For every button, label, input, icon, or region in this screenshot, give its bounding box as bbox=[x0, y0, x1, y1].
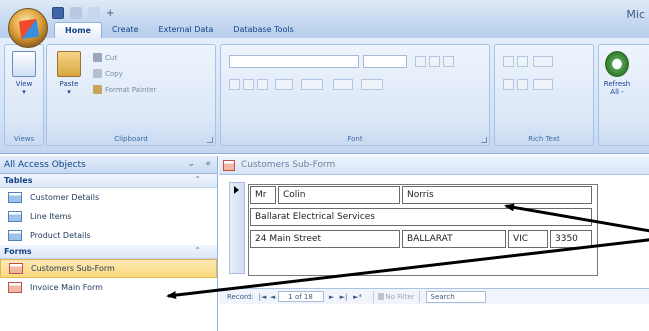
form-icon bbox=[223, 159, 235, 171]
decrease-indent-button[interactable] bbox=[503, 56, 514, 67]
rich-text-group-label: Rich Text bbox=[528, 135, 560, 143]
tab-home[interactable]: Home bbox=[54, 22, 102, 39]
paste-icon bbox=[57, 51, 81, 77]
align-center-button[interactable] bbox=[429, 56, 440, 67]
street-field[interactable]: 24 Main Street bbox=[250, 230, 400, 248]
text-direction-button[interactable] bbox=[533, 56, 553, 67]
nav-item-line-items[interactable]: Line Items bbox=[0, 207, 217, 226]
ribbon-tabs: Home Create External Data Database Tools bbox=[54, 22, 304, 39]
last-record-button[interactable]: ►| bbox=[337, 293, 351, 301]
filter-icon bbox=[377, 293, 384, 300]
city-field[interactable]: BALLARAT bbox=[402, 230, 506, 248]
collapse-chevron-icon: ⌃ bbox=[194, 175, 201, 184]
first-record-button[interactable]: |◄ bbox=[258, 293, 268, 301]
office-button[interactable] bbox=[8, 8, 48, 48]
clipboard-launcher-icon[interactable] bbox=[207, 137, 213, 143]
office-logo-icon bbox=[18, 18, 40, 40]
view-button[interactable]: View ▾ bbox=[8, 51, 40, 96]
cut-icon bbox=[93, 53, 102, 62]
quick-access-toolbar: + bbox=[52, 7, 114, 19]
form-icon bbox=[9, 263, 23, 274]
font-size-combo[interactable] bbox=[363, 55, 407, 68]
views-group: View ▾ Views bbox=[4, 44, 44, 146]
font-group-label: Font bbox=[347, 135, 363, 143]
paste-button[interactable]: Paste ▾ bbox=[53, 51, 85, 96]
record-navigator: Record: |◄ ◄ 1 of 18 ► ►| ►* No Filter S… bbox=[219, 288, 649, 304]
numbering-button[interactable] bbox=[503, 79, 514, 90]
tab-external-data[interactable]: External Data bbox=[149, 22, 224, 39]
nav-item-product-details[interactable]: Product Details bbox=[0, 226, 217, 245]
nav-item-customer-details[interactable]: Customer Details bbox=[0, 188, 217, 207]
nav-group-tables[interactable]: Tables ⌃ bbox=[0, 174, 217, 188]
copy-icon bbox=[93, 69, 102, 78]
nav-menu-chevron-icon[interactable]: ⌄ bbox=[187, 159, 195, 169]
records-group: Refresh All - bbox=[598, 44, 649, 146]
tab-database-tools[interactable]: Database Tools bbox=[223, 22, 303, 39]
collapse-chevron-icon: ⌃ bbox=[194, 246, 201, 255]
font-launcher-icon[interactable] bbox=[481, 137, 487, 143]
document-tab[interactable]: Customers Sub-Form bbox=[219, 156, 649, 175]
form-icon bbox=[8, 282, 22, 293]
gridlines-button[interactable] bbox=[333, 79, 353, 90]
rich-text-group: Rich Text bbox=[494, 44, 594, 146]
tab-create[interactable]: Create bbox=[102, 22, 149, 39]
nav-item-customers-sub-form[interactable]: Customers Sub-Form bbox=[0, 259, 217, 278]
clipboard-group: Paste ▾ Cut Copy Format Painter Clipboard bbox=[46, 44, 216, 146]
bullets-button[interactable] bbox=[517, 79, 528, 90]
redo-icon[interactable] bbox=[88, 7, 100, 19]
cut-button[interactable]: Cut bbox=[93, 53, 117, 62]
copy-button[interactable]: Copy bbox=[93, 69, 123, 78]
format-painter-button[interactable]: Format Painter bbox=[93, 85, 156, 94]
nav-pane-header[interactable]: All Access Objects ⌄ « bbox=[0, 156, 217, 174]
surname-field[interactable]: Norris bbox=[402, 186, 592, 204]
customize-icon[interactable]: + bbox=[106, 8, 114, 19]
ribbon: View ▾ Views Paste ▾ Cut Copy Format Paint… bbox=[0, 38, 649, 154]
record-selector[interactable] bbox=[229, 182, 245, 274]
search-input[interactable]: Search bbox=[425, 290, 486, 303]
table-icon bbox=[8, 211, 22, 222]
postcode-field[interactable]: 3350 bbox=[550, 230, 592, 248]
alternate-fill-button[interactable] bbox=[361, 79, 383, 90]
font-name-combo[interactable] bbox=[229, 55, 359, 68]
format-painter-icon bbox=[93, 85, 102, 94]
previous-record-button[interactable]: ◄ bbox=[268, 293, 278, 301]
next-record-button[interactable]: ► bbox=[327, 293, 337, 301]
view-icon bbox=[12, 51, 36, 77]
views-group-label: Views bbox=[13, 135, 35, 143]
filter-status-button[interactable]: No Filter bbox=[372, 290, 420, 303]
increase-indent-button[interactable] bbox=[517, 56, 528, 67]
customers-sub-form: Mr Colin Norris Ballarat Electrical Serv… bbox=[219, 176, 649, 288]
undo-icon[interactable] bbox=[70, 7, 82, 19]
state-field[interactable]: VIC bbox=[508, 230, 548, 248]
bold-button[interactable] bbox=[229, 79, 240, 90]
refresh-icon bbox=[605, 51, 629, 77]
align-right-button[interactable] bbox=[443, 56, 454, 67]
nav-item-invoice-main-form[interactable]: Invoice Main Form bbox=[0, 278, 217, 297]
nav-group-forms[interactable]: Forms ⌃ bbox=[0, 245, 217, 259]
company-field[interactable]: Ballarat Electrical Services bbox=[250, 208, 592, 226]
save-icon[interactable] bbox=[52, 7, 64, 19]
document-tab-label: Customers Sub-Form bbox=[241, 160, 336, 170]
italic-button[interactable] bbox=[243, 79, 254, 90]
fill-color-button[interactable] bbox=[301, 79, 323, 90]
nav-collapse-icon[interactable]: « bbox=[205, 159, 211, 169]
font-color-button[interactable] bbox=[275, 79, 293, 90]
record-label: Record: bbox=[227, 292, 254, 301]
record-position-input[interactable]: 1 of 18 bbox=[277, 291, 324, 302]
highlight-button[interactable] bbox=[533, 79, 553, 90]
current-record-arrow-icon bbox=[234, 186, 239, 194]
clipboard-group-label: Clipboard bbox=[114, 135, 148, 143]
underline-button[interactable] bbox=[257, 79, 268, 90]
table-icon bbox=[8, 230, 22, 241]
document-area: Customers Sub-Form Mr Colin Norris Balla… bbox=[219, 156, 649, 331]
table-icon bbox=[8, 192, 22, 203]
align-left-button[interactable] bbox=[415, 56, 426, 67]
new-record-button[interactable]: ►* bbox=[351, 293, 365, 301]
navigation-pane: All Access Objects ⌄ « Tables ⌃ Customer… bbox=[0, 156, 218, 331]
first-name-field[interactable]: Colin bbox=[278, 186, 400, 204]
font-group: Font bbox=[220, 44, 490, 146]
window-title: Mic bbox=[626, 8, 645, 21]
refresh-all-button[interactable]: Refresh All - bbox=[601, 51, 633, 96]
title-field[interactable]: Mr bbox=[250, 186, 276, 204]
